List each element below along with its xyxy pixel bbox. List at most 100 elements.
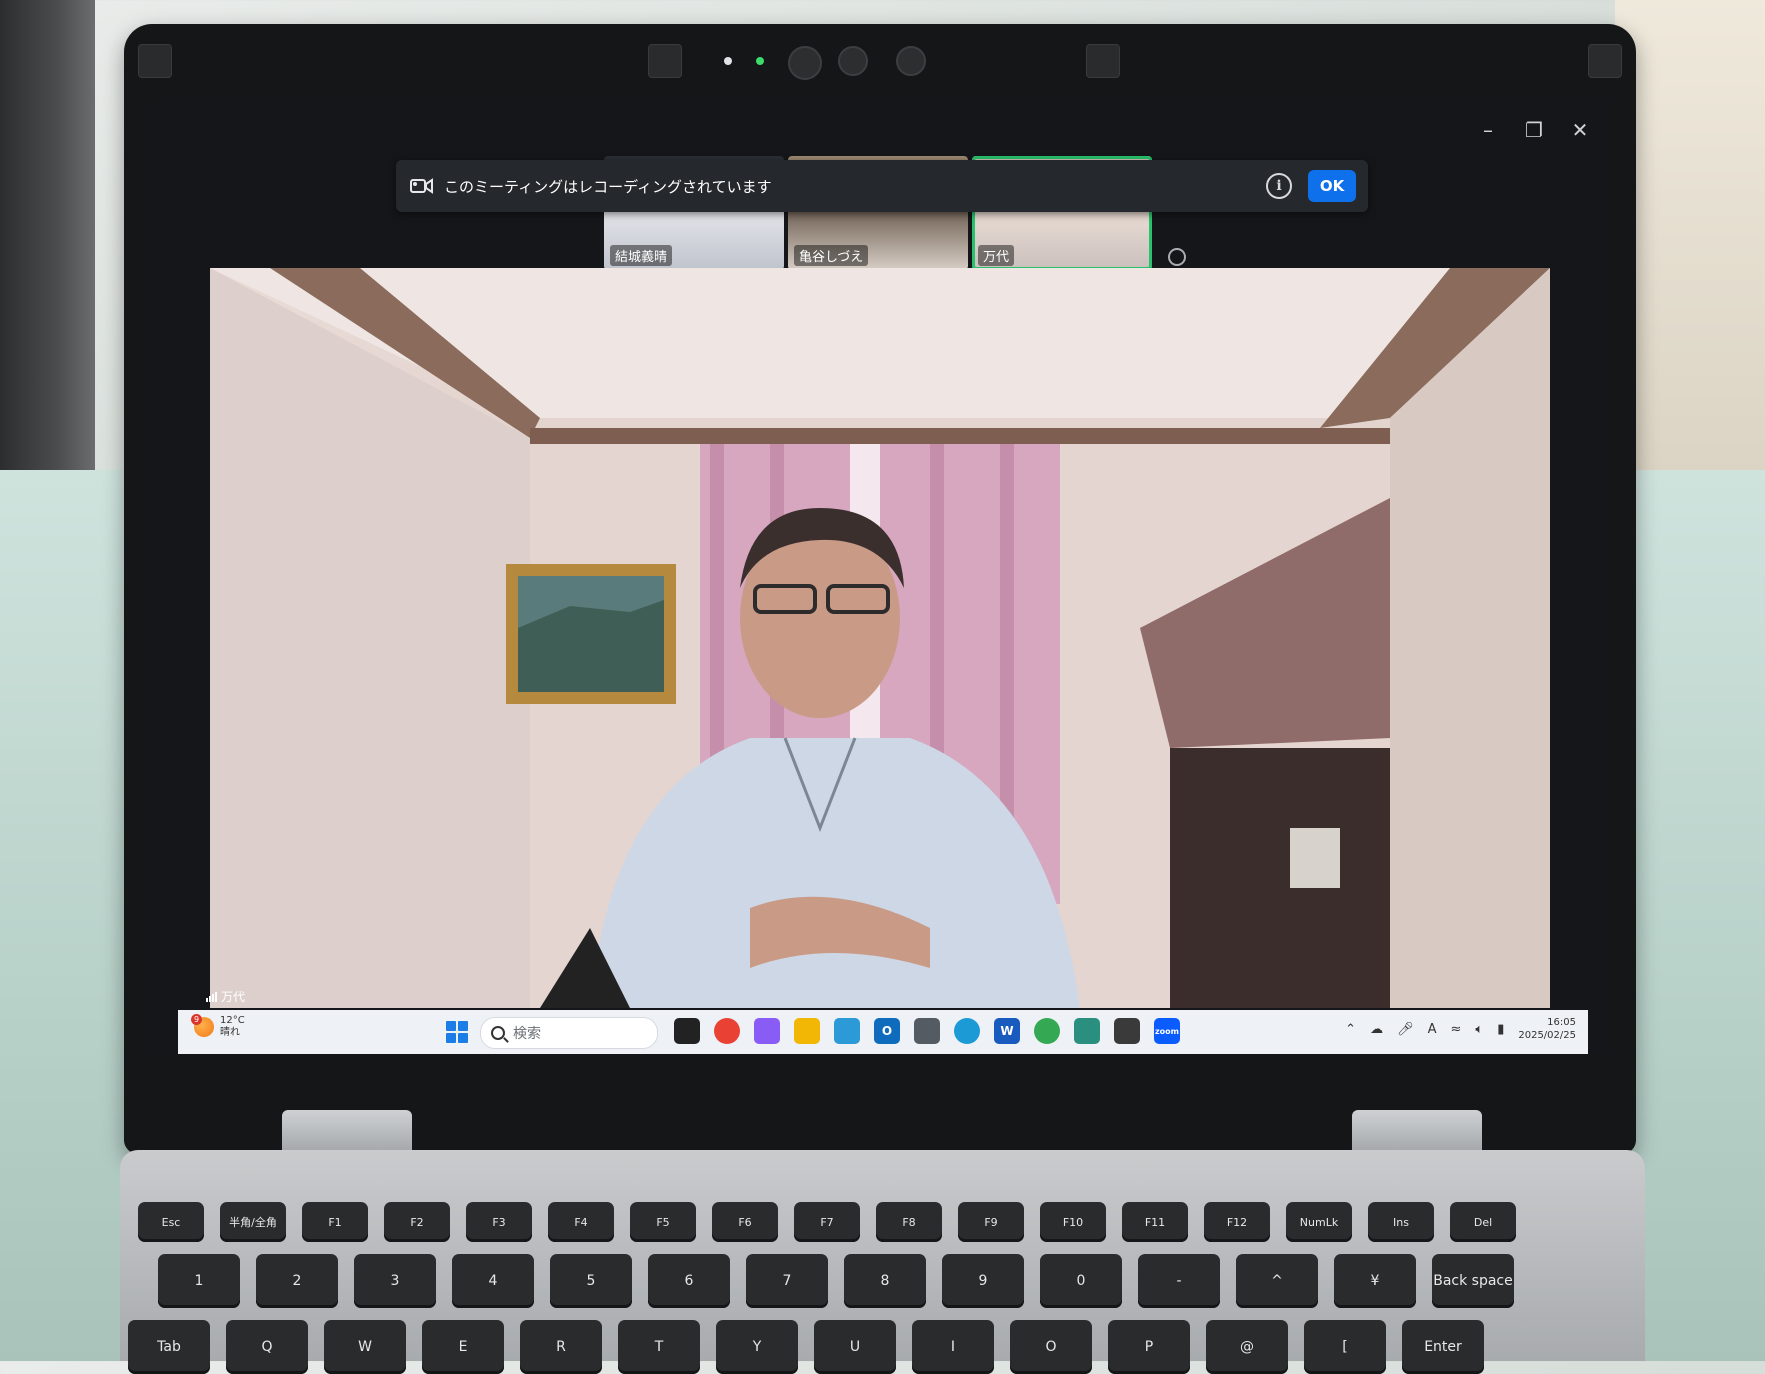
speaker-label: 万代 — [206, 988, 245, 1005]
close-icon[interactable]: ✕ — [1566, 116, 1594, 144]
laptop-screen: – ❐ ✕ 結城義晴 亀谷しづえ 万代 このミーティングはレコーディングされてい… — [156, 102, 1610, 1054]
signal-icon — [206, 991, 217, 1002]
bezel-bumper — [1086, 44, 1120, 78]
task-view-icon[interactable] — [674, 1018, 700, 1044]
webcam-icon — [788, 46, 822, 80]
key[interactable]: F4 — [548, 1202, 614, 1242]
key[interactable]: 7 — [746, 1254, 828, 1308]
chrome-alt-icon[interactable] — [1034, 1018, 1060, 1044]
key[interactable]: 5 — [550, 1254, 632, 1308]
outlook-icon[interactable]: O — [874, 1018, 900, 1044]
weather-badge: 9 — [191, 1014, 202, 1025]
key[interactable]: U — [814, 1320, 896, 1374]
key[interactable]: F11 — [1122, 1202, 1188, 1242]
key[interactable]: [ — [1304, 1320, 1386, 1374]
key[interactable]: 6 — [648, 1254, 730, 1308]
notepad-icon[interactable] — [1074, 1018, 1100, 1044]
key[interactable]: W — [324, 1320, 406, 1374]
file-explorer-icon[interactable] — [794, 1018, 820, 1044]
key[interactable]: F12 — [1204, 1202, 1270, 1242]
weather-condition: 晴れ — [220, 1027, 240, 1038]
weather-widget[interactable]: 9 12°C 晴れ — [191, 1014, 245, 1039]
key[interactable]: F8 — [876, 1202, 942, 1242]
key[interactable]: F1 — [302, 1202, 368, 1242]
calculator-icon[interactable] — [914, 1018, 940, 1044]
wifi-icon[interactable]: ≈ — [1450, 1022, 1461, 1037]
participant-name: 結城義晴 — [610, 245, 673, 266]
weather-sun-icon: 9 — [191, 1014, 214, 1037]
key[interactable]: 9 — [942, 1254, 1024, 1308]
store-icon[interactable] — [834, 1018, 860, 1044]
minimize-icon[interactable]: – — [1474, 116, 1502, 144]
ir-sensor — [838, 46, 868, 76]
search-icon — [491, 1026, 505, 1040]
start-icon[interactable] — [446, 1021, 468, 1043]
key[interactable]: 4 — [452, 1254, 534, 1308]
key[interactable]: 半角/全角 — [220, 1202, 286, 1242]
key[interactable]: 8 — [844, 1254, 926, 1308]
zoom-icon[interactable]: zoom — [1154, 1018, 1180, 1044]
taskbar-search[interactable]: 検索 — [480, 1017, 658, 1049]
key[interactable]: F9 — [958, 1202, 1024, 1242]
ambient-sensor — [724, 57, 732, 65]
copilot-icon[interactable] — [754, 1018, 780, 1044]
key[interactable]: F3 — [466, 1202, 532, 1242]
participant-name: 万代 — [978, 245, 1015, 266]
key[interactable]: O — [1010, 1320, 1092, 1374]
word-icon[interactable]: W — [994, 1018, 1020, 1044]
key[interactable]: R — [520, 1320, 602, 1374]
clock-date: 2025/02/25 — [1518, 1030, 1576, 1041]
key[interactable]: - — [1138, 1254, 1220, 1308]
chevron-up-icon[interactable]: ⌃ — [1345, 1022, 1356, 1037]
key[interactable]: E — [422, 1320, 504, 1374]
restore-icon[interactable]: ❐ — [1520, 116, 1548, 144]
key[interactable]: F10 — [1040, 1202, 1106, 1242]
key[interactable]: P — [1108, 1320, 1190, 1374]
key[interactable]: Enter — [1402, 1320, 1484, 1374]
info-icon[interactable]: i — [1266, 173, 1292, 199]
key[interactable]: NumLk — [1286, 1202, 1352, 1242]
ok-button[interactable]: OK — [1308, 170, 1356, 202]
battery-icon[interactable]: ▮ — [1497, 1022, 1504, 1037]
key[interactable]: F5 — [630, 1202, 696, 1242]
key[interactable]: 1 — [158, 1254, 240, 1308]
key[interactable]: 3 — [354, 1254, 436, 1308]
key[interactable]: F7 — [794, 1202, 860, 1242]
system-tray: ⌃ ☁ 🎤︎ A ≈ 🔈︎ ▮ 16:05 2025/02/25 — [1345, 1016, 1576, 1042]
speaker-video — [210, 268, 1550, 1008]
bezel-bumper — [138, 44, 172, 78]
key[interactable]: I — [912, 1320, 994, 1374]
key[interactable]: Y — [716, 1320, 798, 1374]
key[interactable]: Del — [1450, 1202, 1516, 1242]
key[interactable]: T — [618, 1320, 700, 1374]
strip-scroll-icon[interactable] — [1168, 248, 1186, 266]
key[interactable]: ¥ — [1334, 1254, 1416, 1308]
chrome-icon[interactable] — [714, 1018, 740, 1044]
recording-banner: このミーティングはレコーディングされています i OK — [396, 160, 1368, 212]
ime-icon[interactable]: A — [1428, 1022, 1437, 1037]
key[interactable]: F2 — [384, 1202, 450, 1242]
key[interactable]: 0 — [1040, 1254, 1122, 1308]
keyboard: Esc 半角/全角 F1 F2 F3 F4 F5 F6 F7 F8 F9 F10 F11 F12 NumLk… — [128, 1202, 1628, 1374]
participant-name: 亀谷しづえ — [794, 245, 869, 266]
app-figure-icon[interactable] — [1114, 1018, 1140, 1044]
key[interactable]: @ — [1206, 1320, 1288, 1374]
key[interactable]: Back space — [1432, 1254, 1514, 1308]
edge-icon[interactable] — [954, 1018, 980, 1044]
key[interactable]: ^ — [1236, 1254, 1318, 1308]
background-shelf — [1615, 0, 1765, 520]
office-chair — [0, 0, 95, 470]
key[interactable]: Tab — [128, 1320, 210, 1374]
weather-temperature: 12°C — [220, 1015, 245, 1026]
key[interactable]: Esc — [138, 1202, 204, 1242]
onedrive-icon[interactable]: ☁ — [1370, 1022, 1383, 1037]
mic-icon[interactable]: 🎤︎ — [1397, 1022, 1414, 1037]
key[interactable]: Q — [226, 1320, 308, 1374]
bezel-bumper — [1588, 44, 1622, 78]
key[interactable]: F6 — [712, 1202, 778, 1242]
key[interactable]: Ins — [1368, 1202, 1434, 1242]
windows-taskbar: 9 12°C 晴れ 検索 O Wzoom ⌃ ☁ 🎤︎ A ≈ 🔈︎ ▮ 16:0… — [178, 1010, 1588, 1054]
key[interactable]: 2 — [256, 1254, 338, 1308]
taskbar-clock[interactable]: 16:05 2025/02/25 — [1518, 1016, 1576, 1042]
volume-icon[interactable]: 🔈︎ — [1475, 1022, 1483, 1037]
